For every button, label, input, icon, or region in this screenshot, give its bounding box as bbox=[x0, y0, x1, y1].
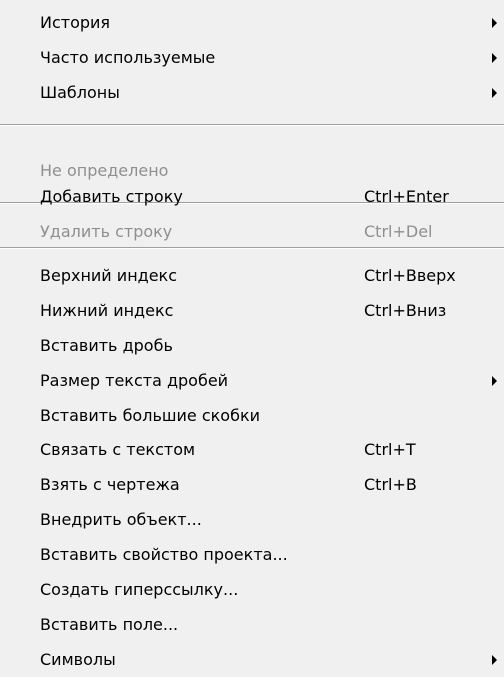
menu-separator bbox=[0, 124, 504, 126]
menu-item-take-from-drawing[interactable]: Взять с чертежа Ctrl+B bbox=[0, 472, 504, 499]
menu-item-create-hyperlink[interactable]: Создать гиперссылку... bbox=[0, 577, 504, 604]
menu-item-symbols[interactable]: Символы bbox=[0, 647, 504, 674]
menu-item-templates[interactable]: Шаблоны bbox=[0, 80, 504, 107]
menu-item-shortcut: Ctrl+B bbox=[364, 475, 417, 494]
menu-item-subscript[interactable]: Нижний индекс Ctrl+Вниз bbox=[0, 298, 504, 325]
menu-item-label: Часто используемые bbox=[40, 48, 216, 67]
menu-item-shortcut: Ctrl+Del bbox=[364, 222, 433, 241]
menu-item-embed-object[interactable]: Внедрить объект... bbox=[0, 507, 504, 534]
menu-item-fraction-text-size[interactable]: Размер текста дробей bbox=[0, 368, 504, 395]
menu-item-label: Размер текста дробей bbox=[40, 371, 229, 390]
menu-item-label: Верхний индекс bbox=[40, 266, 178, 285]
submenu-arrow-icon bbox=[492, 53, 497, 63]
menu-item-label: Нижний индекс bbox=[40, 301, 174, 320]
menu-item-shortcut: Ctrl+Вниз bbox=[364, 301, 447, 320]
submenu-arrow-icon bbox=[492, 88, 497, 98]
menu-item-undefined: Не определено bbox=[0, 158, 504, 185]
submenu-arrow-icon bbox=[492, 655, 497, 665]
menu-item-label: Добавить строку bbox=[40, 187, 183, 206]
menu-item-label: Не определено bbox=[40, 161, 169, 180]
menu-item-insert-fraction[interactable]: Вставить дробь bbox=[0, 333, 504, 360]
menu-item-label: Вставить свойство проекта... bbox=[40, 545, 288, 564]
menu-item-label: Связать с текстом bbox=[40, 440, 196, 459]
menu-item-label: Взять с чертежа bbox=[40, 475, 180, 494]
menu-separator bbox=[0, 247, 504, 249]
menu-item-label: Внедрить объект... bbox=[40, 510, 202, 529]
menu-item-label: История bbox=[40, 13, 111, 32]
menu-item-label: Вставить большие скобки bbox=[40, 406, 261, 425]
menu-item-shortcut: Ctrl+T bbox=[364, 440, 416, 459]
menu-item-add-row[interactable]: Добавить строку Ctrl+Enter bbox=[0, 184, 504, 211]
menu-item-label: Вставить поле... bbox=[40, 615, 179, 634]
menu-item-label: Символы bbox=[40, 650, 116, 669]
menu-item-shortcut: Ctrl+Вверх bbox=[364, 266, 456, 285]
submenu-arrow-icon bbox=[492, 18, 497, 28]
menu-item-label: Создать гиперссылку... bbox=[40, 580, 239, 599]
context-menu: История Часто используемые Шаблоны Не оп… bbox=[0, 0, 504, 677]
menu-item-delete-row: Удалить строку Ctrl+Del bbox=[0, 219, 504, 246]
menu-item-insert-large-brackets[interactable]: Вставить большие скобки bbox=[0, 403, 504, 430]
menu-item-frequently-used[interactable]: Часто используемые bbox=[0, 45, 504, 72]
menu-item-shortcut: Ctrl+Enter bbox=[364, 187, 449, 206]
menu-item-link-to-text[interactable]: Связать с текстом Ctrl+T bbox=[0, 437, 504, 464]
menu-item-label: Вставить дробь bbox=[40, 336, 173, 355]
menu-item-insert-field[interactable]: Вставить поле... bbox=[0, 612, 504, 639]
menu-item-label: Удалить строку bbox=[40, 222, 173, 241]
submenu-arrow-icon bbox=[492, 376, 497, 386]
menu-item-insert-project-property[interactable]: Вставить свойство проекта... bbox=[0, 542, 504, 569]
menu-item-label: Шаблоны bbox=[40, 83, 120, 102]
menu-item-superscript[interactable]: Верхний индекс Ctrl+Вверх bbox=[0, 263, 504, 290]
menu-item-history[interactable]: История bbox=[0, 10, 504, 37]
